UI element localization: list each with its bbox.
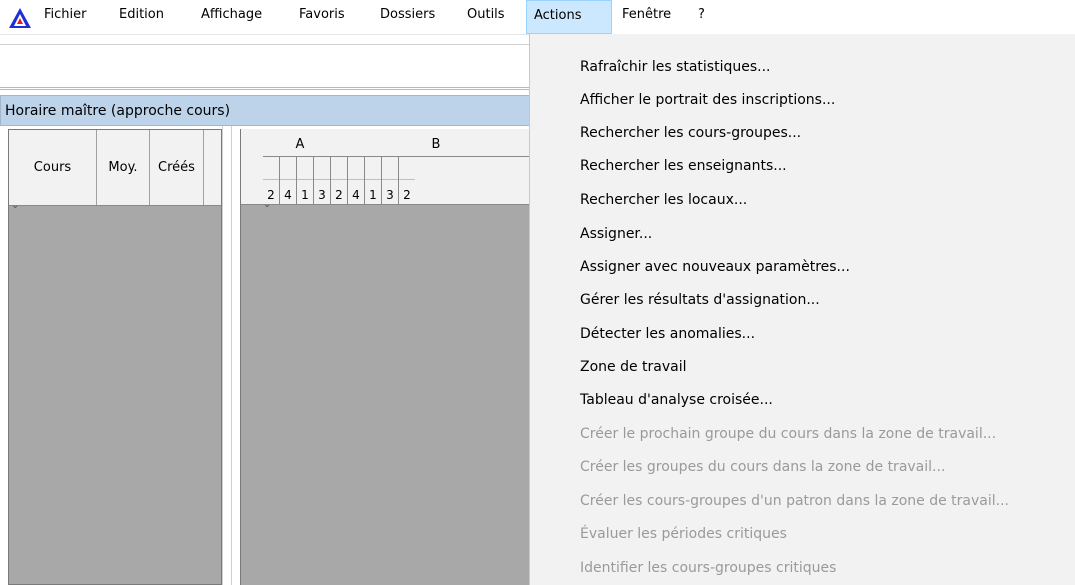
menu-fenetre[interactable]: Fenêtre [615, 0, 678, 34]
menu-item-rechercher-cours-groupes[interactable]: Rechercher les cours-groupes... [580, 117, 801, 149]
period-cell: 4 [348, 157, 365, 204]
schedule-grid-header: A B 2 4 1 3 2 4 1 3 2 [241, 129, 531, 205]
schedule-grid-pane[interactable]: A B 2 4 1 3 2 4 1 3 2 ⌄ [240, 129, 531, 585]
period-cell: 2 [399, 157, 416, 204]
menu-item-detecter-anomalies[interactable]: Détecter les anomalies... [580, 318, 755, 350]
period-number: 1 [301, 188, 309, 202]
app-logo-icon [9, 8, 31, 28]
menu-outils[interactable]: Outils [460, 0, 512, 34]
menu-help[interactable]: ? [691, 0, 712, 34]
period-cell: 3 [314, 157, 331, 204]
column-header-crees[interactable]: Créés [150, 130, 204, 205]
menu-dossiers[interactable]: Dossiers [373, 0, 442, 34]
menu-actions[interactable]: Actions [526, 0, 612, 34]
period-cell: 1 [297, 157, 314, 204]
window-body: Cours Moy. Créés ⌄ A B 2 4 1 3 2 4 1 3 2… [0, 126, 531, 585]
menu-item-zone-de-travail[interactable]: Zone de travail [580, 351, 687, 383]
column-header-cours[interactable]: Cours [9, 130, 97, 205]
menu-edition[interactable]: Edition [112, 0, 171, 34]
period-cell: 2 [263, 157, 280, 204]
row-marker: ⌄ [11, 200, 20, 211]
course-list-header: Cours Moy. Créés [9, 130, 221, 206]
menu-item-rechercher-locaux[interactable]: Rechercher les locaux... [580, 184, 747, 216]
column-header-moy[interactable]: Moy. [97, 130, 150, 205]
menu-item-creer-cours-groupes-patron[interactable]: Créer les cours-groupes d'un patron dans… [580, 485, 1009, 517]
menu-item-evaluer-periodes-critiques[interactable]: Évaluer les périodes critiques [580, 518, 787, 550]
menu-item-rechercher-enseignants[interactable]: Rechercher les enseignants... [580, 150, 787, 182]
pane-splitter[interactable] [222, 126, 232, 585]
menu-item-tableau-analyse[interactable]: Tableau d'analyse croisée... [580, 384, 773, 416]
group-header-b: B [431, 137, 441, 152]
menu-item-afficher-portrait[interactable]: Afficher le portrait des inscriptions... [580, 84, 835, 116]
toolbar [0, 44, 530, 90]
period-number: 3 [386, 188, 394, 202]
period-number: 4 [352, 188, 360, 202]
menu-item-rafraichir-statistiques[interactable]: Rafraîchir les statistiques... [580, 51, 771, 83]
period-number: 2 [335, 188, 343, 202]
row-marker: ⌄ [263, 199, 272, 210]
window-titlebar[interactable]: Horaire maître (approche cours) [0, 95, 530, 126]
actions-dropdown-menu: Rafraîchir les statistiques... Afficher … [529, 34, 1075, 585]
menu-bar: Fichier Edition Affichage Favoris Dossie… [0, 0, 1075, 35]
period-number: 3 [318, 188, 326, 202]
menu-favoris[interactable]: Favoris [292, 0, 352, 34]
period-number: 1 [369, 188, 377, 202]
period-number: 2 [403, 188, 411, 202]
period-cell: 4 [280, 157, 297, 204]
menu-item-identifier-cours-groupes-critiques[interactable]: Identifier les cours-groupes critiques [580, 552, 836, 584]
menu-fichier[interactable]: Fichier [37, 0, 94, 34]
column-header-empty [204, 130, 221, 205]
menu-item-creer-groupes-cours[interactable]: Créer les groupes du cours dans la zone … [580, 451, 945, 483]
period-cell: 3 [382, 157, 399, 204]
period-cell: 2 [331, 157, 348, 204]
menu-item-assigner-nouveaux-parametres[interactable]: Assigner avec nouveaux paramètres... [580, 251, 850, 283]
menu-affichage[interactable]: Affichage [194, 0, 269, 34]
menu-item-assigner[interactable]: Assigner... [580, 218, 652, 250]
period-number: 4 [284, 188, 292, 202]
group-header-a: A [295, 137, 305, 152]
period-cell: 1 [365, 157, 382, 204]
menu-item-gerer-resultats[interactable]: Gérer les résultats d'assignation... [580, 284, 820, 316]
course-list-pane[interactable]: Cours Moy. Créés ⌄ [8, 129, 222, 585]
window-title: Horaire maître (approche cours) [5, 103, 231, 119]
menu-item-creer-prochain-groupe[interactable]: Créer le prochain groupe du cours dans l… [580, 418, 996, 450]
